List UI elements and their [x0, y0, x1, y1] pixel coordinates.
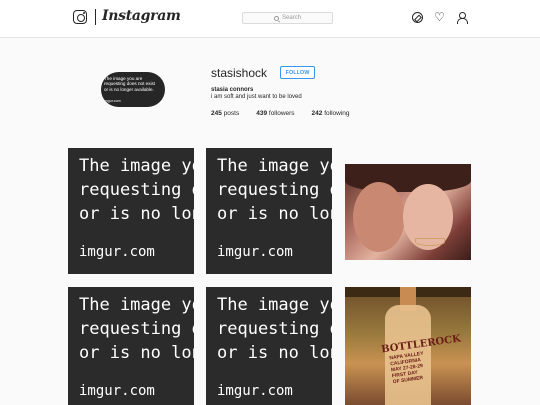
post-placeholder-text: or is no longe [217, 204, 332, 224]
heart-icon[interactable]: ♡ [434, 11, 445, 23]
profile-username: stasishock [211, 66, 268, 80]
photo-face [353, 182, 405, 252]
avatar-url-text: imgur.com [104, 98, 121, 103]
post-thumbnail[interactable]: The image yo requesting d or is no longe… [206, 148, 332, 274]
follow-button[interactable]: FOLLOW [280, 66, 315, 79]
photo-necklace [415, 238, 445, 246]
search-icon [273, 15, 279, 21]
post-thumbnail[interactable]: BOTTLEROCK NAPA VALLEY CALIFORNIA MAY 27… [345, 287, 471, 405]
post-placeholder-url: imgur.com [217, 244, 293, 260]
post-placeholder-text: requesting d [79, 180, 194, 200]
followers-stat[interactable]: 439 followers [256, 110, 294, 117]
posts-label: posts [223, 110, 240, 117]
profile-bio: i am soft and just want to be loved [211, 94, 302, 100]
user-icon[interactable] [456, 12, 468, 24]
post-placeholder-text: or is no longe [79, 204, 194, 224]
posts-count: 245 [211, 110, 222, 117]
followers-label: followers [268, 110, 295, 117]
post-placeholder-url: imgur.com [79, 383, 155, 399]
instagram-camera-icon[interactable] [73, 10, 87, 24]
post-placeholder-text: requesting d [217, 180, 332, 200]
poster-subtitle: NAPA VALLEY CALIFORNIA MAY 27-28-29 FIRS… [389, 351, 427, 385]
top-navigation-bar: Instagram Search ♡ [0, 0, 540, 38]
post-placeholder-text: The image yo [217, 295, 332, 315]
profile-stats: 245 posts 439 followers 242 following [211, 110, 367, 117]
following-label: following [324, 110, 350, 117]
post-thumbnail[interactable] [345, 164, 471, 260]
post-placeholder-text: The image yo [79, 156, 194, 176]
post-thumbnail[interactable]: The image yo requesting d or is no longe… [206, 287, 332, 405]
instagram-wordmark[interactable]: Instagram [102, 8, 181, 24]
post-thumbnail[interactable]: The image yo requesting d or is no longe… [68, 287, 194, 405]
post-placeholder-url: imgur.com [79, 244, 155, 260]
search-placeholder: Search [281, 15, 301, 21]
post-placeholder-text: or is no longe [79, 343, 194, 363]
logo-divider [95, 9, 96, 25]
avatar[interactable]: The image you are requesting does not ex… [101, 72, 165, 107]
compass-icon[interactable] [412, 12, 423, 23]
post-placeholder-text: or is no longe [217, 343, 332, 363]
following-stat[interactable]: 242 following [312, 110, 350, 117]
post-placeholder-text: requesting d [217, 319, 332, 339]
followers-count: 439 [256, 110, 268, 117]
search-input[interactable]: Search [242, 12, 333, 24]
post-placeholder-url: imgur.com [217, 383, 293, 399]
post-placeholder-text: The image yo [217, 156, 332, 176]
profile-full-name: stasia connors [211, 87, 254, 93]
post-thumbnail[interactable]: The image yo requesting d or is no longe… [68, 148, 194, 274]
post-placeholder-text: requesting d [79, 319, 194, 339]
posts-stat: 245 posts [211, 110, 239, 117]
post-placeholder-text: The image yo [79, 295, 194, 315]
following-count: 242 [311, 110, 323, 117]
avatar-text-line: or is no longer available. [104, 86, 154, 92]
